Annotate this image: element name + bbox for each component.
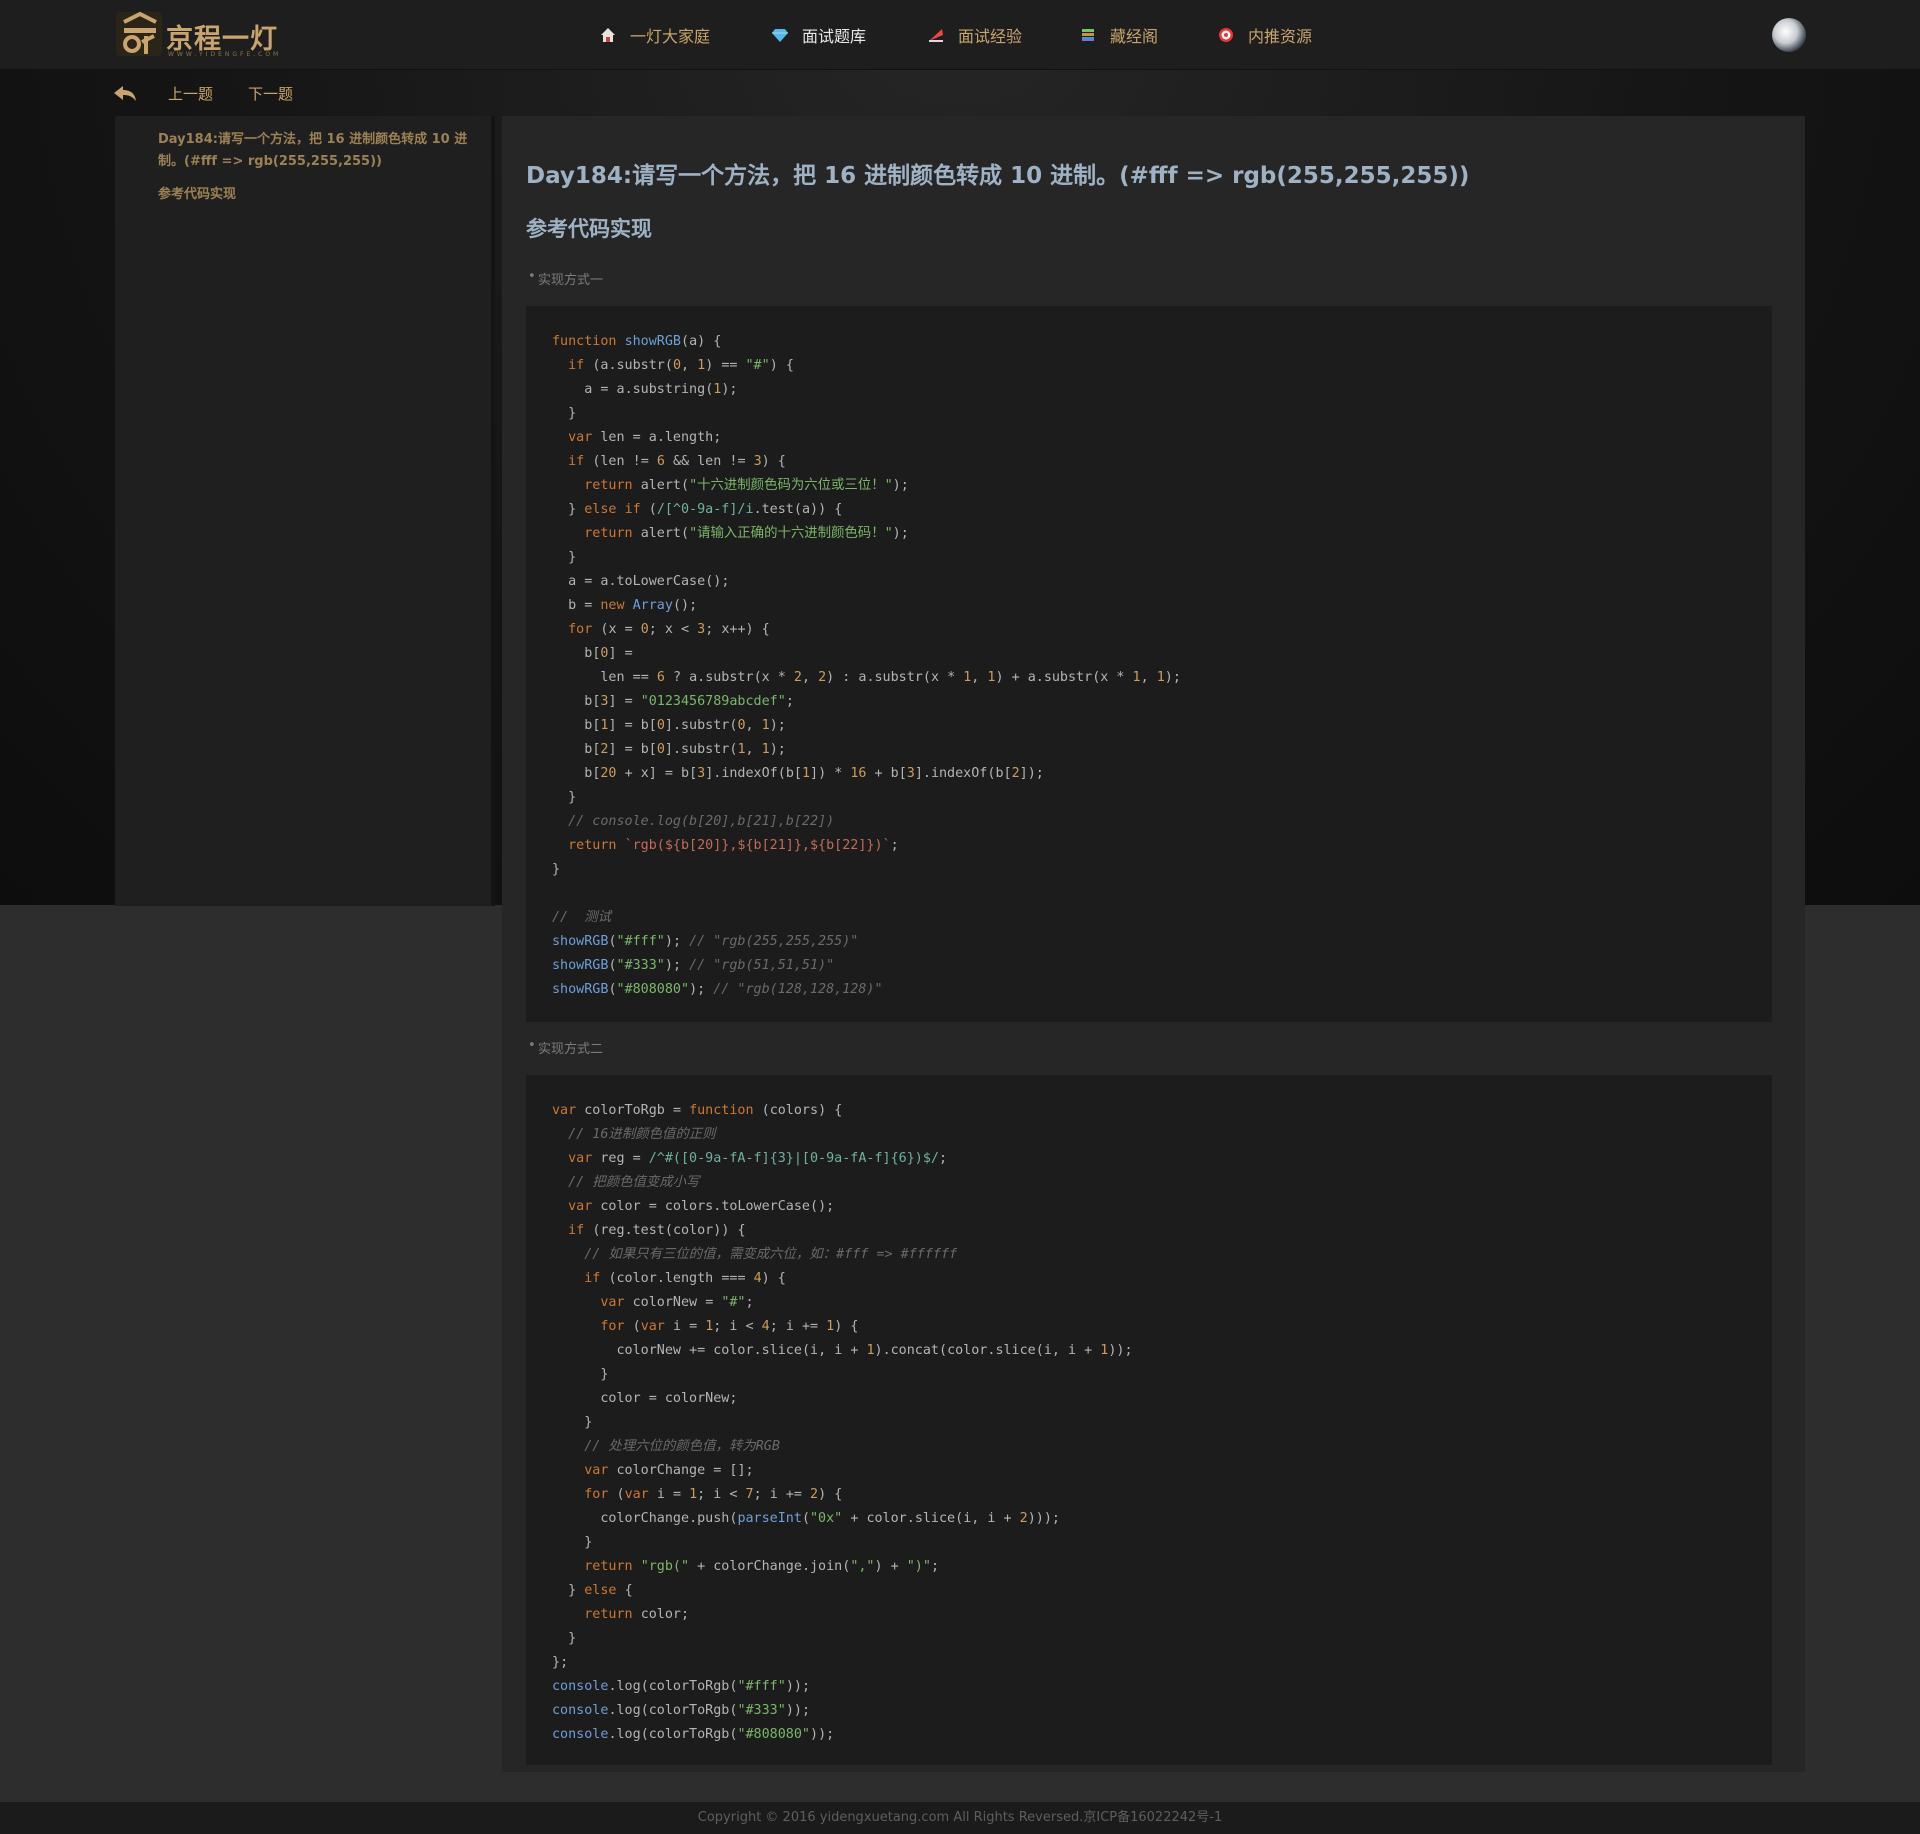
toc-sidebar: Day184:请写一个方法，把 16 进制颜色转成 10 进制。(#fff =>…	[115, 116, 495, 906]
code-line: return alert("请输入正确的十六进制颜色码！");	[584, 526, 909, 541]
home-icon	[601, 28, 615, 42]
code-line: a = a. substring(1);	[584, 382, 738, 397]
nav-item-referral[interactable]: 内推资源	[1218, 22, 1312, 48]
diamond-icon	[772, 29, 788, 42]
books-icon	[1082, 29, 1094, 41]
code-line: }	[552, 862, 561, 877]
code-line: b[2] = b[0]. substr(1, 1);	[584, 742, 786, 757]
code-line: // 处理六位的颜色值，转为RGB	[584, 1439, 780, 1454]
code-line: }	[584, 1535, 593, 1550]
code-line: color = colorNew;	[600, 1391, 738, 1406]
code-line: // 把颜色值变成小写	[568, 1175, 700, 1190]
code-line: };	[552, 1655, 569, 1670]
code-line: var reg = /^#([0-9a-fA-f]{3}|[0-9a-fA-f]…	[568, 1151, 948, 1166]
site-logo[interactable]: 京程一灯 WWW.YIDENGFE.COM	[114, 8, 284, 62]
section-heading: 参考代码实现	[526, 217, 652, 241]
nav-label: 一灯大家庭	[630, 27, 711, 46]
toc-item-reference[interactable]: 参考代码实现	[158, 183, 236, 202]
code-line: b[0] =	[584, 646, 633, 661]
code-line: }	[568, 550, 577, 565]
nav-item-experience[interactable]: 面试经验	[928, 22, 1022, 48]
next-question-link[interactable]: 下一题	[248, 83, 293, 104]
top-header: 京程一灯 WWW.YIDENGFE.COM 一灯大家庭 面试题库 面试经验 藏经…	[0, 0, 1920, 70]
code-line: console. log(colorToRgb("#fff"));	[552, 1679, 810, 1694]
nav-label: 内推资源	[1248, 27, 1313, 46]
method-one-label: 实现方式一	[528, 269, 603, 288]
code-line: if (a. substr(0, 1) = = "#") {	[568, 358, 794, 373]
logo-subtext: WWW.YIDENGFE.COM	[168, 51, 282, 58]
toc-item-title[interactable]: Day184:请写一个方法，把 16 进制颜色转成 10 进制。(#fff =>…	[158, 129, 488, 173]
code-line: b[1] = b[0]. substr(0, 1);	[584, 718, 786, 733]
copyright-text: Copyright © 2016 yidengxuetang.com All R…	[697, 1810, 1223, 1825]
nav-label: 面试经验	[958, 27, 1023, 46]
page-footer: Copyright © 2016 yidengxuetang.com All R…	[0, 1802, 1920, 1834]
code-line: function showRGB(a) {	[552, 334, 722, 349]
page-title: Day184:请写一个方法，把 16 进制颜色转成 10 进制。(#fff =>…	[526, 163, 1470, 189]
article-content: Day184:请写一个方法，把 16 进制颜色转成 10 进制。(#fff =>…	[502, 116, 1805, 1772]
code-line: }	[600, 1367, 609, 1382]
code-line: colorChange. push(parseInt("0x" + color. s…	[600, 1511, 1060, 1526]
logo-mark-icon	[116, 11, 162, 56]
code-block-method-two: var colorToRgb = function (colors) { // …	[526, 1075, 1772, 1765]
code-line: return color;	[584, 1607, 690, 1622]
back-arrow-icon[interactable]	[112, 84, 138, 104]
code-line: // 16进制颜色值的正则	[568, 1127, 716, 1142]
code-line: var colorNew = "#";	[600, 1295, 754, 1310]
code-line: // 测试	[552, 910, 612, 925]
prev-question-link[interactable]: 上一题	[168, 83, 213, 104]
nav-item-question-bank[interactable]: 面试题库	[772, 22, 866, 48]
code-line: var colorToRgb = function (colors) {	[552, 1103, 843, 1118]
code-line: } else {	[568, 1583, 633, 1598]
code-line: var color = colors. toLowerCase();	[568, 1199, 835, 1214]
code-line: return "rgb(" + colorChange. join(",") + …	[584, 1559, 939, 1574]
code-line: for (x = 0; x < 3; x + +) {	[568, 622, 770, 637]
code-line: // console.log(b[20],b[21],b[22])	[568, 814, 835, 829]
code-line: showRGB("#fff"); // "rgb(255,255,255)"	[552, 934, 859, 949]
code-block-method-one: function showRGB(a) { if (a. substr(0, 1)…	[526, 306, 1772, 1022]
nav-label: 面试题库	[802, 27, 867, 46]
code-line: for (var i = 1; i < 7; i + = 2) {	[584, 1487, 843, 1502]
code-line: for (var i = 1; i < 4; i + = 1) {	[600, 1319, 859, 1334]
code-line: }	[568, 406, 577, 421]
nav-label: 藏经阁	[1110, 27, 1159, 46]
code-line: b[3] = "0123456789abcdef";	[584, 694, 794, 709]
code-line: showRGB("#808080"); // "rgb(128,128,128)…	[552, 982, 883, 997]
code-line: var len = a. length;	[568, 430, 722, 445]
code-line: len = = 6 ? a. substr(x * 2, 2) : a. substr…	[600, 670, 1181, 685]
code-line: return alert("十六进制颜色码为六位或三位！");	[584, 478, 909, 493]
code-line: showRGB("#333"); // "rgb(51,51,51)"	[552, 958, 835, 973]
code-line: console. log(colorToRgb("#333"));	[552, 1703, 810, 1718]
code-line: }	[568, 790, 577, 805]
code-line: // 如果只有三位的值，需变成六位，如：#fff => #ffffff	[584, 1247, 958, 1262]
code-line: if (len ! = 6 & & len ! = 3) {	[568, 454, 786, 469]
code-line: b = new Array();	[568, 598, 698, 613]
code-line: }	[584, 1415, 593, 1430]
code-line: } else if (/[^0-9a-f]/i. test(a)) {	[568, 502, 843, 517]
method-two-label: 实现方式二	[528, 1038, 603, 1057]
code-line: if (reg. test(color)) {	[568, 1223, 746, 1238]
code-line: return `rgb(${b[20]},${b[21]},${b[22]})`…	[568, 838, 899, 853]
feather-icon	[929, 29, 943, 42]
code-line: }	[568, 1631, 577, 1646]
code-line: console. log(colorToRgb("#808080"));	[552, 1727, 835, 1742]
code-line: b[20 + x] = b[3]. indexOf(b[1]) * 16 + b[…	[584, 766, 1044, 781]
code-line: colorNew + = color. slice(i, i + 1). concat…	[616, 1343, 1133, 1358]
target-icon	[1219, 28, 1233, 42]
user-avatar[interactable]	[1772, 18, 1806, 52]
code-line: var colorChange = [];	[584, 1463, 754, 1478]
nav-item-family[interactable]: 一灯大家庭	[600, 22, 710, 48]
code-line: a = a. toLowerCase();	[568, 574, 730, 589]
nav-item-library[interactable]: 藏经阁	[1080, 22, 1158, 48]
code-line: if (color. length = = = 4) {	[584, 1271, 786, 1286]
